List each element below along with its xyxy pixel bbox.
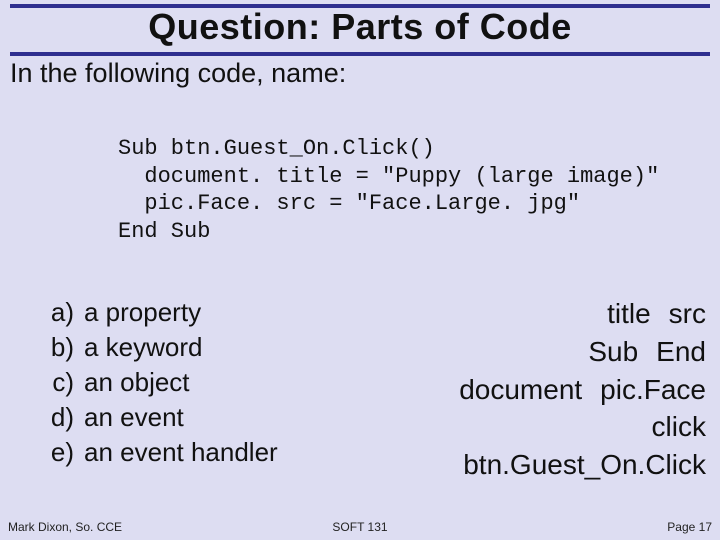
option-d: d) an event [42, 400, 278, 435]
footer: Mark Dixon, So. CCE SOFT 131 Page 17 [8, 520, 712, 534]
answer-row-2: Sub End [459, 333, 706, 371]
answer-left: document [459, 374, 582, 405]
answer-right: btn.Guest_On.Click [463, 449, 706, 480]
option-letter: b) [42, 330, 84, 365]
code-block: Sub btn.Guest_On.Click() document. title… [118, 135, 659, 245]
option-b: b) a keyword [42, 330, 278, 365]
option-letter: c) [42, 365, 84, 400]
page-title: Question: Parts of Code [0, 6, 720, 48]
option-letter: a) [42, 295, 84, 330]
answer-right: src [669, 298, 706, 329]
answer-left: Sub [588, 336, 638, 367]
title-underline [10, 52, 710, 56]
option-text: a property [84, 295, 201, 330]
answer-left: title [607, 298, 651, 329]
option-text: a keyword [84, 330, 203, 365]
option-letter: e) [42, 435, 84, 470]
option-text: an event handler [84, 435, 278, 470]
answer-row-4: click [459, 408, 706, 446]
answers-column: title src Sub End document pic.Face click b… [459, 295, 706, 484]
option-e: e) an event handler [42, 435, 278, 470]
answer-row-3: document pic.Face [459, 371, 706, 409]
option-text: an object [84, 365, 190, 400]
answer-row-5: btn.Guest_On.Click [459, 446, 706, 484]
option-a: a) a property [42, 295, 278, 330]
option-letter: d) [42, 400, 84, 435]
answer-right: click [652, 411, 706, 442]
answer-right: pic.Face [600, 374, 706, 405]
footer-center: SOFT 131 [8, 520, 712, 534]
answer-right: End [656, 336, 706, 367]
intro-text: In the following code, name: [10, 58, 346, 89]
answer-row-1: title src [459, 295, 706, 333]
option-c: c) an object [42, 365, 278, 400]
options-list: a) a property b) a keyword c) an object … [42, 295, 278, 470]
option-text: an event [84, 400, 184, 435]
